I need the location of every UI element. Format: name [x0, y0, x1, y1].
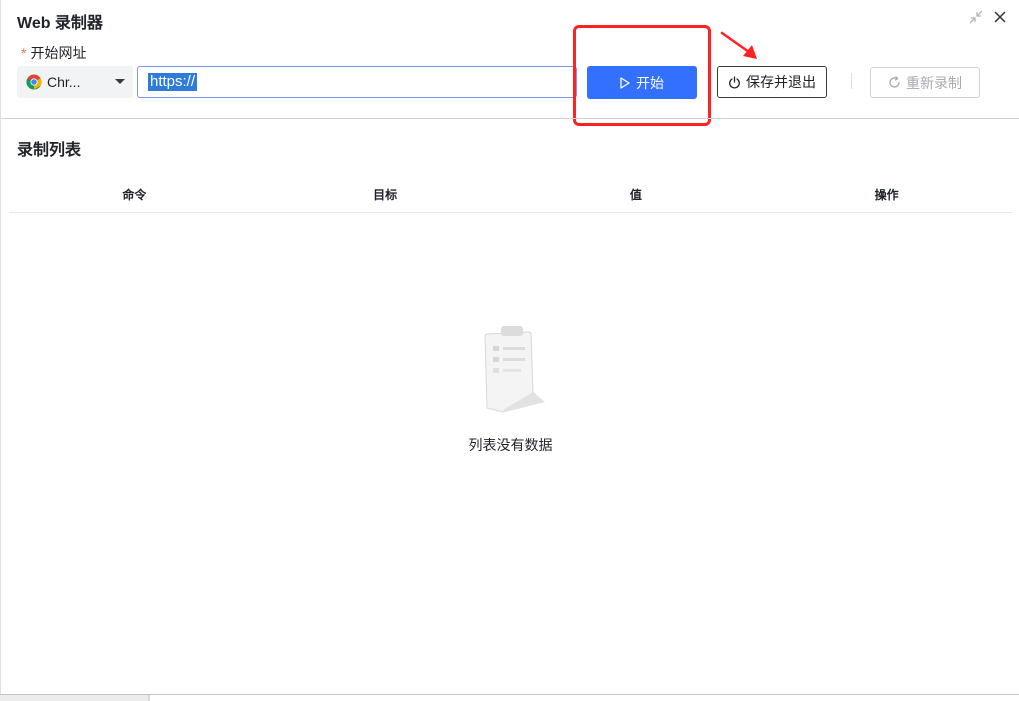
start-url-label-text: 开始网址: [30, 45, 87, 61]
start-url-input[interactable]: https://: [137, 66, 577, 98]
column-header-value: 值: [629, 187, 642, 202]
rerecord-label: 重新录制: [906, 74, 962, 91]
column-header-command: 命令: [122, 187, 147, 202]
window-bottom-border: [0, 694, 1019, 695]
web-recorder-dialog: Web 录制器 * 开始网址 Chr... https:// 开始 保存并退出 …: [0, 0, 1019, 694]
recording-list-title: 录制列表: [17, 142, 82, 159]
power-icon: [728, 75, 741, 89]
empty-state-text: 列表没有数据: [468, 437, 553, 453]
save-and-exit-label: 保存并退出: [746, 74, 816, 90]
required-asterisk: *: [21, 45, 27, 61]
column-header-actions: 操作: [874, 187, 899, 202]
rerecord-button[interactable]: 重新录制: [870, 67, 980, 98]
table-header: 命令 目标 值 操作: [9, 176, 1012, 213]
browser-select-value: Chr...: [47, 74, 81, 90]
chevron-down-icon: [115, 79, 125, 84]
collapse-icon[interactable]: [967, 8, 985, 26]
close-icon[interactable]: [991, 8, 1009, 26]
horizontal-scrollbar[interactable]: [0, 695, 150, 701]
start-url-label: * 开始网址: [21, 43, 86, 63]
play-icon: [620, 76, 630, 89]
toolbar-divider: [851, 73, 852, 89]
column-header-target: 目标: [373, 187, 398, 202]
save-and-exit-button[interactable]: 保存并退出: [717, 66, 827, 98]
start-url-value: https://: [148, 73, 198, 91]
dialog-title: Web 录制器: [17, 15, 103, 32]
arrow-annotation-icon: [719, 30, 763, 69]
refresh-icon: [888, 76, 901, 89]
start-button[interactable]: 开始: [587, 66, 697, 99]
browser-select[interactable]: Chr...: [17, 66, 133, 98]
chrome-icon: [26, 74, 42, 90]
section-divider: [1, 118, 1019, 119]
empty-clipboard-icon: [479, 322, 549, 419]
start-button-label: 开始: [636, 74, 664, 91]
